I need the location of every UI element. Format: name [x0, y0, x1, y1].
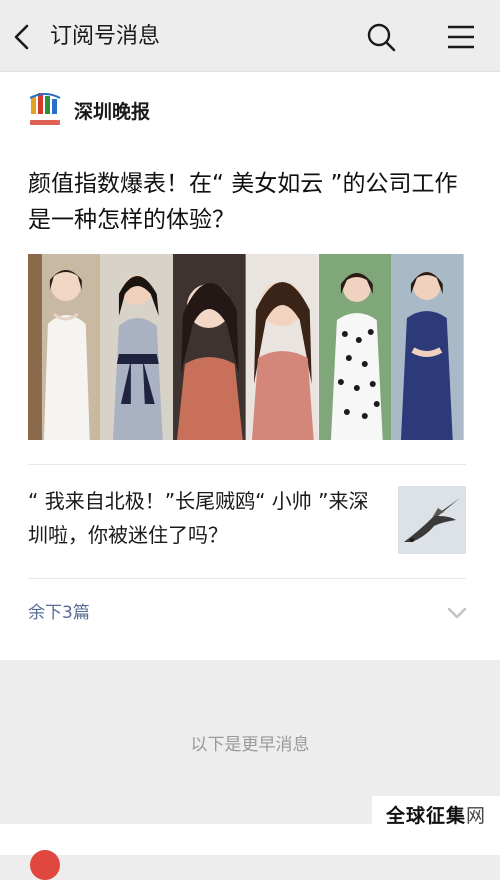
cover-photo-4: [246, 254, 319, 440]
chevron-down-icon: [447, 607, 467, 619]
sub-article-item[interactable]: “ 我来自北极！”长尾贼鸥“ 小帅 ”来深圳啦，你被迷住了吗？: [28, 484, 466, 556]
watermark-light-text: 网: [466, 804, 487, 827]
nav-bar: 订阅号消息: [0, 0, 500, 72]
account-header[interactable]: 深圳晚报: [28, 88, 150, 132]
watermark-bold-text: 全球征集: [385, 804, 466, 827]
cover-photo-2: [100, 254, 174, 440]
sub-article-thumbnail: [398, 486, 466, 554]
newspaper-logo-icon: [29, 93, 61, 125]
page-title: 订阅号消息: [50, 24, 161, 49]
cover-photo-3: [173, 254, 247, 440]
sub-article-title: “ 我来自北极！”长尾贼鸥“ 小帅 ”来深圳啦，你被迷住了吗？: [28, 489, 369, 547]
search-icon[interactable]: [366, 22, 396, 52]
earlier-messages-label: 以下是更早消息: [190, 735, 310, 755]
more-articles-label: 余下3篇: [28, 603, 90, 623]
back-arrow-icon[interactable]: [10, 22, 34, 52]
more-articles-toggle[interactable]: 余下3篇: [28, 598, 468, 628]
message-card: 深圳晚报 颜值指数爆表！在“ 美女如云 ”的公司工作是一种怎样的体验？ “ 我来…: [0, 72, 500, 660]
cover-photo-5: [318, 254, 392, 440]
cover-photo-1: [28, 254, 101, 440]
main-article-cover-image[interactable]: [28, 254, 464, 440]
account-name: 深圳晚报: [74, 100, 151, 123]
divider: [28, 464, 466, 465]
main-article-title[interactable]: 颜值指数爆表！在“ 美女如云 ”的公司工作是一种怎样的体验？: [28, 166, 474, 238]
menu-icon[interactable]: [446, 24, 476, 50]
cover-photo-6: [391, 254, 464, 440]
divider: [28, 578, 466, 579]
watermark: 全球征集 网: [372, 796, 500, 832]
